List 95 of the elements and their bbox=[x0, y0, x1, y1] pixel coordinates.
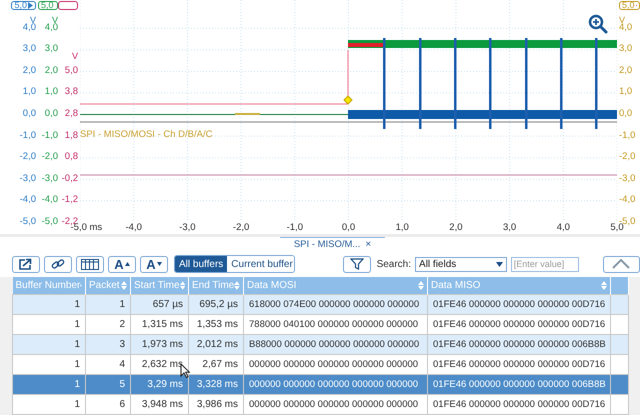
filter-button[interactable] bbox=[342, 256, 371, 273]
table-cell: 000000 000000 000000 000000 000000 bbox=[244, 394, 428, 414]
axis-tick-label: 2,0 bbox=[449, 222, 462, 233]
buffer-mode-toggle[interactable]: All buffers bbox=[175, 256, 228, 272]
axis-tick-label: 0,0 bbox=[44, 108, 58, 119]
axis-tick-label: 2,0 bbox=[619, 66, 632, 76]
axis-tick-label: 4,0 bbox=[556, 222, 570, 233]
axis-tick-label: -3,0 bbox=[42, 174, 58, 184]
axis-tick-label: 1,0 bbox=[396, 222, 409, 233]
axis-tick-label: -4,0 bbox=[42, 195, 58, 206]
caret-down-icon bbox=[156, 262, 162, 266]
axis-tick-label: -1,0 bbox=[42, 130, 58, 140]
unit-label: V bbox=[30, 15, 36, 25]
sort-icon[interactable] bbox=[601, 281, 607, 290]
unit-label: V bbox=[52, 15, 58, 25]
sort-icon[interactable] bbox=[121, 281, 127, 290]
search-label: Search: bbox=[376, 258, 412, 270]
axis-tick-label: 1,0 bbox=[619, 87, 632, 98]
axis-tick-label: 3,0 bbox=[619, 44, 632, 54]
axis-tick-label: 0,0 bbox=[619, 108, 632, 119]
axis-tick-label: 3,0 bbox=[502, 222, 516, 233]
increase-font-button[interactable]: A bbox=[108, 256, 136, 273]
axis-tick-label: 1,0 bbox=[22, 87, 36, 98]
table-row[interactable]: 1 6 3,948 ms 3,986 ms 000000 000000 000000 000000 000000 01FE46 000000 000000 000000 00D716 bbox=[12, 394, 628, 414]
close-button[interactable]: × bbox=[365, 240, 372, 250]
sort-icon[interactable] bbox=[180, 281, 185, 290]
sort-icon[interactable] bbox=[234, 281, 240, 290]
search-field-dropdown[interactable]: All fields bbox=[415, 256, 507, 272]
axis-tick-label: -5,0 ms bbox=[70, 222, 102, 233]
trigger-marker-icon[interactable] bbox=[343, 95, 353, 105]
export-icon bbox=[19, 258, 33, 270]
axis-tick-label: -1,0 bbox=[619, 130, 636, 140]
axis-tick-label: 5,0 bbox=[610, 222, 624, 233]
axis-tick-label: 4,0 bbox=[619, 22, 632, 33]
axis-tick-label: -3,0 bbox=[20, 174, 36, 184]
table-cell: 618000 074E00 000000 000000 000000 bbox=[244, 294, 428, 314]
axis-tick-label: 5,0 bbox=[64, 66, 78, 76]
range-badge[interactable]: 5,0 bbox=[11, 0, 36, 10]
axis-tick-label: -5,0 bbox=[20, 216, 36, 227]
axis-tick-label: 4,0 bbox=[22, 22, 36, 33]
table-row[interactable]: 1 3 1,973 ms 2,012 ms B88000 000000 000000 000000 000000 01FE46 000000 000000 000000 006B8B bbox=[12, 334, 628, 354]
table-columns-icon bbox=[81, 258, 99, 270]
axis-tick-label: -2,0 bbox=[232, 222, 250, 233]
zoom-in-icon[interactable] bbox=[587, 14, 609, 36]
axis-tick-label: -3,0 bbox=[179, 222, 196, 233]
table-cell: 3,948 ms bbox=[130, 394, 188, 414]
trace-label: SPI - MISO/MOSI - Ch D/B/A/C bbox=[80, 129, 212, 140]
axis-tick-label: 1,8 bbox=[64, 130, 78, 140]
link-icon bbox=[51, 258, 65, 270]
axis-tick-label: 3,0 bbox=[44, 44, 58, 54]
table-row[interactable]: 1 1 657 µs 695,2 µs 618000 074E00 000000 000000 000000 01FE46 000000 000000 000000 00D716 bbox=[12, 294, 628, 314]
table-cell: 1 bbox=[12, 394, 86, 414]
axis-tick-label: 3,0 bbox=[22, 44, 36, 54]
axis-tick-label: -2,0 bbox=[42, 152, 58, 162]
table-cell: 01FE46 000000 000000 000000 00D716 bbox=[428, 294, 610, 314]
axis-tick-label: -4,0 bbox=[619, 195, 636, 206]
filter-icon bbox=[350, 258, 364, 270]
export-button[interactable] bbox=[12, 256, 40, 273]
axis-tick-label: 0,0 bbox=[342, 222, 356, 233]
table-row[interactable]: 1 2 1,315 ms 1,353 ms 788000 040100 000000 000000 000000 01FE46 000000 000000 000000 00D716 bbox=[12, 314, 628, 334]
range-badge[interactable] bbox=[58, 0, 78, 10]
unit-label: V bbox=[72, 52, 78, 60]
axis-tick-label: -0,2 bbox=[62, 174, 78, 184]
sort-icon[interactable] bbox=[418, 281, 424, 290]
axis-tick-label: 2,8 bbox=[64, 108, 78, 119]
axis-tick-label: 0,0 bbox=[22, 108, 36, 119]
search-value-field[interactable]: [Enter value] bbox=[510, 256, 579, 272]
axis-tick-label: -1,0 bbox=[286, 222, 303, 233]
axis-tick-label: -2,0 bbox=[20, 152, 36, 162]
table-cell: 6 bbox=[86, 394, 130, 414]
decrease-font-button[interactable]: A bbox=[140, 256, 168, 273]
axis-tick-label: 0,8 bbox=[64, 152, 78, 162]
axis-tick-label: 4,0 bbox=[44, 22, 58, 33]
axis-tick-label: 2,0 bbox=[22, 66, 36, 76]
axis-tick-label: -4,0 bbox=[126, 222, 142, 233]
table-row[interactable]: 1 5 3,29 ms 3,328 ms 000000 000000 000000 000000 000000 01FE46 000000 000000 000000 006B8B bbox=[12, 374, 628, 394]
axis-tick-label: 2,0 bbox=[44, 66, 58, 76]
axis-tick-label: -1,2 bbox=[62, 195, 78, 206]
axis-tick-label: -1,0 bbox=[20, 130, 36, 140]
unit-label: V bbox=[619, 15, 626, 25]
axis-tick-label: -4,0 bbox=[20, 195, 36, 206]
caret-icon bbox=[496, 262, 503, 267]
table-cell: 3,986 ms bbox=[188, 394, 244, 414]
caret-up-icon bbox=[124, 262, 130, 266]
previous-button[interactable] bbox=[602, 256, 640, 273]
axis-tick-label: 3,8 bbox=[64, 87, 78, 98]
table-cell: 01FE46 000000 000000 000000 00D716 bbox=[428, 394, 610, 414]
axis-tick-label: 1,0 bbox=[44, 87, 58, 98]
axis-tick-label: -3,0 bbox=[619, 174, 636, 184]
axis-tick-label: -2,0 bbox=[619, 152, 636, 162]
link-button[interactable] bbox=[44, 256, 72, 273]
axis-tick-label: -5,0 bbox=[42, 216, 58, 227]
chevron-up-icon bbox=[612, 259, 630, 270]
columns-button[interactable] bbox=[76, 256, 104, 273]
table-cell: 1 bbox=[12, 294, 86, 314]
